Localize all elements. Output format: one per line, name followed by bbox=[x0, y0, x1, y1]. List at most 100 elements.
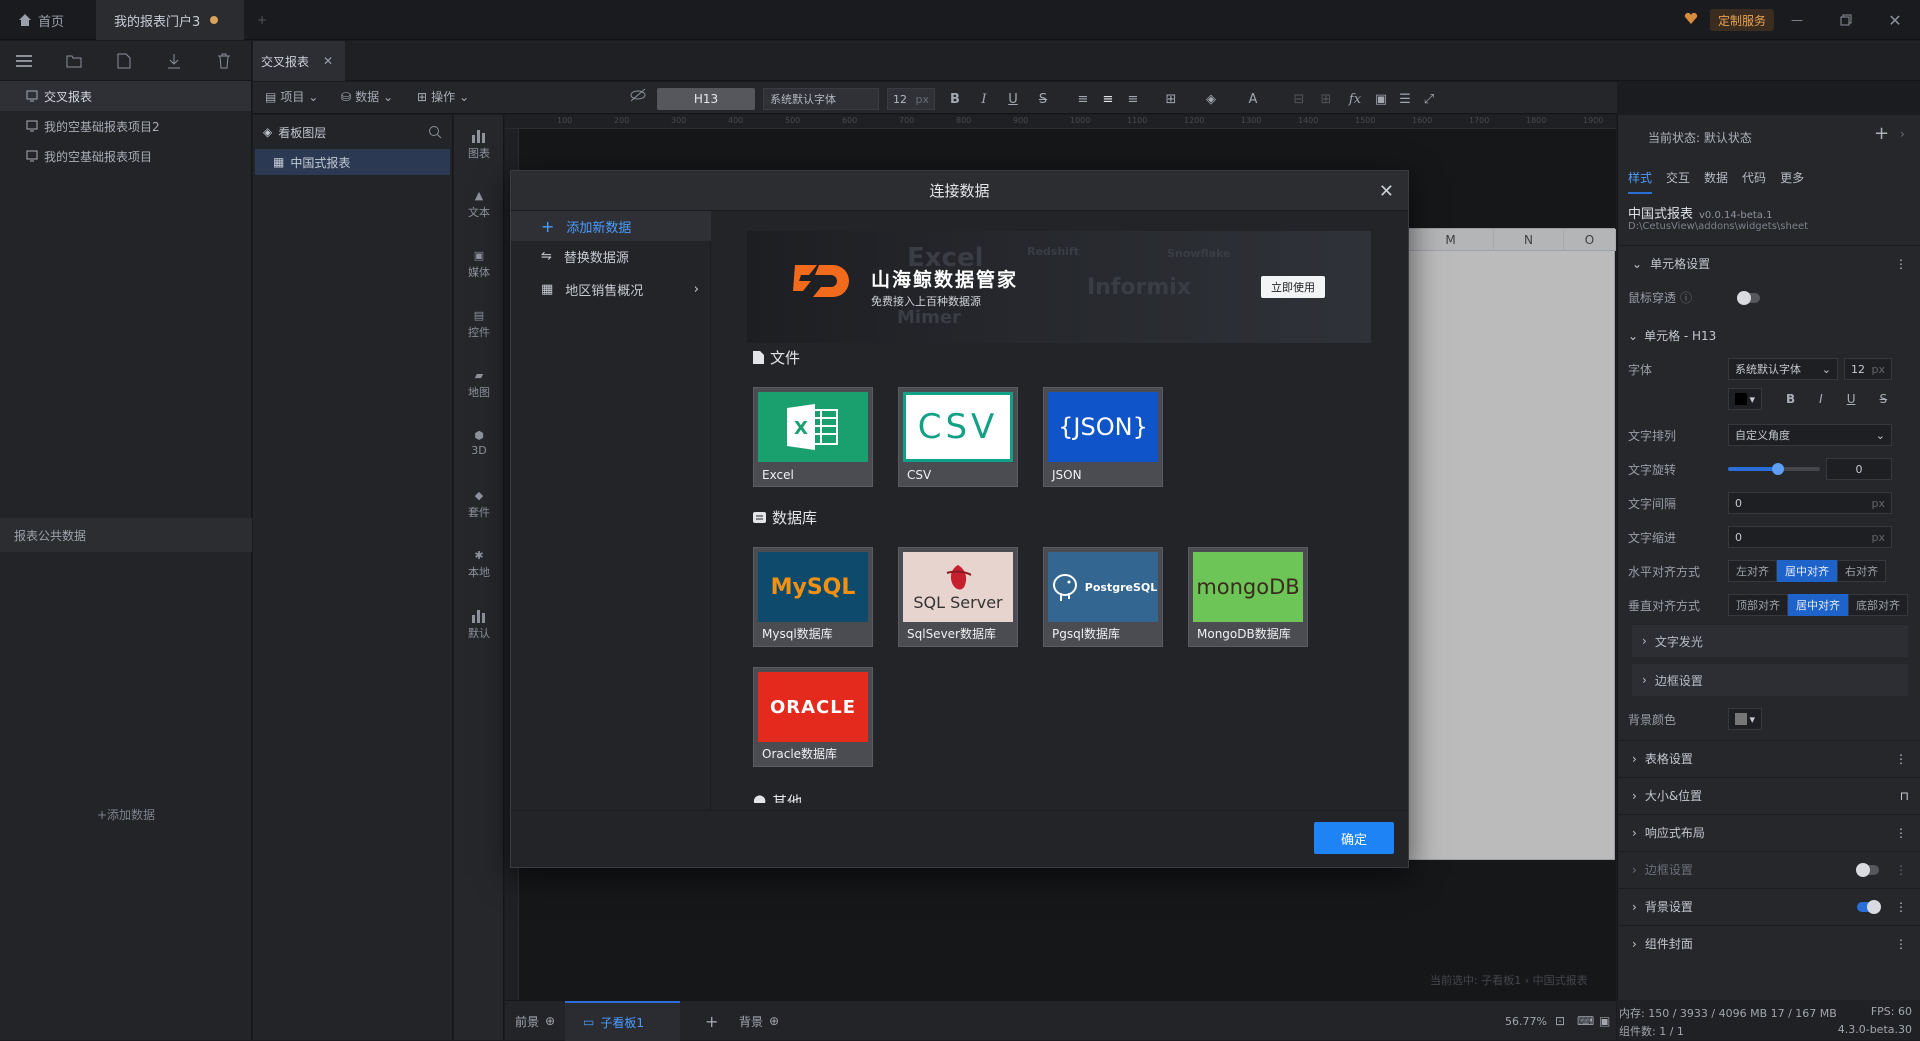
rail-item-chart[interactable]: 图表 bbox=[454, 129, 504, 161]
new-folder-icon[interactable] bbox=[62, 49, 86, 73]
tab-home[interactable]: 首页 bbox=[0, 0, 88, 40]
halign-right-button[interactable]: 右对齐 bbox=[1837, 560, 1886, 582]
halign-center-button[interactable]: 居中对齐 bbox=[1777, 560, 1837, 582]
nav-region-sales[interactable]: ▦ 地区销售概况 › bbox=[511, 274, 711, 304]
merge-cells-icon[interactable]: ⊟ bbox=[1288, 88, 1310, 110]
add-state-icon[interactable]: + bbox=[1874, 123, 1889, 144]
resize-icon[interactable]: ⤢ bbox=[1418, 88, 1440, 110]
rail-item-kit[interactable]: ◆ 套件 bbox=[454, 489, 504, 520]
strikethrough-icon[interactable]: S bbox=[1880, 392, 1888, 406]
add-circle-icon[interactable]: ⊕ bbox=[545, 1014, 555, 1028]
rotate-slider-handle[interactable] bbox=[1772, 463, 1784, 475]
cell-reference[interactable]: H13 bbox=[657, 88, 755, 110]
tab-portal[interactable]: 我的报表门户3 bbox=[96, 0, 244, 40]
source-tile-postgresql[interactable]: PostgreSQL Pgsql数据库 bbox=[1043, 547, 1163, 647]
font-color-icon[interactable]: A bbox=[1242, 88, 1264, 110]
split-cells-icon[interactable]: ⊞ bbox=[1315, 88, 1337, 110]
data-manager-banner[interactable]: Excel Informix Mimer Redshift Snowflake … bbox=[747, 231, 1371, 343]
rail-item-media[interactable]: ▣ 媒体 bbox=[454, 249, 504, 280]
more-icon[interactable]: ⋮ bbox=[1895, 863, 1907, 877]
source-tile-json[interactable]: {JSON} JSON bbox=[1043, 387, 1163, 487]
bg-color-picker[interactable]: ▾ bbox=[1728, 708, 1762, 730]
rail-item-default[interactable]: 默认 bbox=[454, 609, 504, 641]
source-tile-oracle[interactable]: ORACLE Oracle数据库 bbox=[753, 667, 873, 767]
new-tab-icon[interactable]: + bbox=[250, 8, 274, 32]
add-data-button[interactable]: +添加数据 bbox=[0, 806, 252, 823]
more-icon[interactable]: ⋮ bbox=[1895, 826, 1907, 840]
nav-add-data[interactable]: + 添加新数据 bbox=[511, 211, 711, 241]
indent-input[interactable]: 0 px bbox=[1728, 526, 1892, 548]
project-item[interactable]: 交叉报表 bbox=[0, 81, 251, 111]
tab-more[interactable]: 更多 bbox=[1780, 169, 1804, 194]
section-background[interactable]: › 背景设置 ⋮ bbox=[1618, 888, 1920, 924]
align-left-icon[interactable]: ≡ bbox=[1072, 88, 1094, 110]
font-size-input[interactable]: 12 px bbox=[887, 88, 935, 110]
document-tab[interactable]: 交叉报表 ✕ bbox=[253, 41, 345, 81]
border-toggle[interactable] bbox=[1856, 862, 1879, 877]
confirm-button[interactable]: 确定 bbox=[1314, 822, 1394, 854]
lock-icon[interactable]: ⊓ bbox=[1900, 789, 1909, 803]
tab-background[interactable]: 背景 ⊕ bbox=[739, 1001, 779, 1041]
underline-icon[interactable]: U bbox=[1002, 88, 1024, 110]
border-icon[interactable]: ⊞ bbox=[1160, 88, 1182, 110]
section-cover[interactable]: › 组件封面 ⋮ bbox=[1618, 925, 1920, 961]
eye-off-icon[interactable] bbox=[629, 88, 647, 102]
tab-data[interactable]: 数据 bbox=[1704, 169, 1728, 194]
more-icon[interactable]: ⋮ bbox=[1895, 937, 1907, 951]
chevron-right-icon[interactable]: › bbox=[1900, 127, 1905, 141]
align-right-icon[interactable]: ≡ bbox=[1122, 88, 1144, 110]
new-file-icon[interactable] bbox=[112, 49, 136, 73]
valign-bottom-button[interactable]: 底部对齐 bbox=[1848, 594, 1908, 616]
source-tile-sqlserver[interactable]: SQL Server SqlSever数据库 bbox=[898, 547, 1018, 647]
underline-icon[interactable]: U bbox=[1847, 392, 1856, 406]
strikethrough-icon[interactable]: S bbox=[1032, 88, 1054, 110]
tab-code[interactable]: 代码 bbox=[1742, 169, 1766, 194]
font-select[interactable]: 系统默认字体 ⌄ bbox=[1728, 358, 1838, 380]
border-section[interactable]: › 边框设置 bbox=[1632, 664, 1908, 696]
source-tile-mongodb[interactable]: mongoDB MongoDB数据库 bbox=[1188, 547, 1308, 647]
trash-icon[interactable] bbox=[212, 49, 236, 73]
section-border[interactable]: › 边框设置 ⋮ bbox=[1618, 851, 1920, 887]
layer-item[interactable]: ▦ 中国式报表 bbox=[255, 149, 450, 175]
font-color-picker[interactable]: ▾ bbox=[1728, 388, 1762, 410]
source-tile-csv[interactable]: CSV CSV bbox=[898, 387, 1018, 487]
source-tile-excel[interactable]: X Excel bbox=[753, 387, 873, 487]
menu-operation[interactable]: ⊞ 操作 ⌄ bbox=[417, 88, 469, 105]
rail-item-map[interactable]: ▰ 地图 bbox=[454, 369, 504, 400]
tab-interaction[interactable]: 交互 bbox=[1666, 169, 1690, 194]
section-responsive[interactable]: › 响应式布局 ⋮ bbox=[1618, 814, 1920, 850]
more-icon[interactable]: ⋮ bbox=[1895, 900, 1907, 914]
bold-icon[interactable]: B bbox=[1786, 392, 1795, 406]
restore-icon[interactable] bbox=[1826, 8, 1866, 32]
add-circle-icon[interactable]: ⊕ bbox=[769, 1014, 779, 1028]
fit-screen-icon[interactable]: ⊡ bbox=[1555, 1001, 1565, 1041]
tab-sub-board[interactable]: ▭ 子看板1 bbox=[565, 1001, 680, 1041]
source-tile-mysql[interactable]: MySQL Mysql数据库 bbox=[753, 547, 873, 647]
tab-style[interactable]: 样式 bbox=[1628, 169, 1653, 194]
valign-middle-button[interactable]: 居中对齐 bbox=[1788, 594, 1848, 616]
align-center-icon[interactable]: ≡ bbox=[1097, 88, 1119, 110]
close-window-icon[interactable]: ✕ bbox=[1875, 8, 1915, 32]
menu-icon[interactable] bbox=[12, 49, 36, 73]
use-now-button[interactable]: 立即使用 bbox=[1261, 276, 1325, 298]
italic-icon[interactable]: I bbox=[973, 88, 995, 110]
keyboard-icon[interactable]: ⌨ bbox=[1577, 1001, 1594, 1041]
section-table-settings[interactable]: › 表格设置 ⋮ bbox=[1618, 740, 1920, 776]
rotate-input[interactable]: 0 bbox=[1826, 458, 1892, 480]
section-cell-settings[interactable]: ⌄ 单元格设置 ⋮ bbox=[1618, 245, 1920, 281]
rail-item-3d[interactable]: ⬢ 3D bbox=[454, 429, 504, 457]
rail-item-text[interactable]: ▲ 文本 bbox=[454, 189, 504, 220]
search-icon[interactable] bbox=[428, 125, 442, 139]
custom-service-button[interactable]: 定制服务 bbox=[1710, 9, 1775, 31]
more-icon[interactable]: ⋮ bbox=[1895, 752, 1907, 766]
list-icon[interactable]: ☰ bbox=[1394, 88, 1416, 110]
close-icon[interactable]: ✕ bbox=[1379, 181, 1394, 202]
menu-project[interactable]: ▤ 项目 ⌄ bbox=[265, 88, 318, 105]
text-arrange-select[interactable]: 自定义角度 ⌄ bbox=[1728, 424, 1892, 446]
rotate-slider[interactable] bbox=[1728, 463, 1820, 475]
formula-icon[interactable]: fx bbox=[1344, 88, 1366, 110]
more-icon[interactable]: ⋮ bbox=[1895, 257, 1907, 271]
project-item[interactable]: 我的空基础报表项目2 bbox=[0, 111, 251, 141]
terminal-icon[interactable]: ▣ bbox=[1599, 1001, 1610, 1041]
fill-color-icon[interactable]: ◈ bbox=[1200, 88, 1222, 110]
